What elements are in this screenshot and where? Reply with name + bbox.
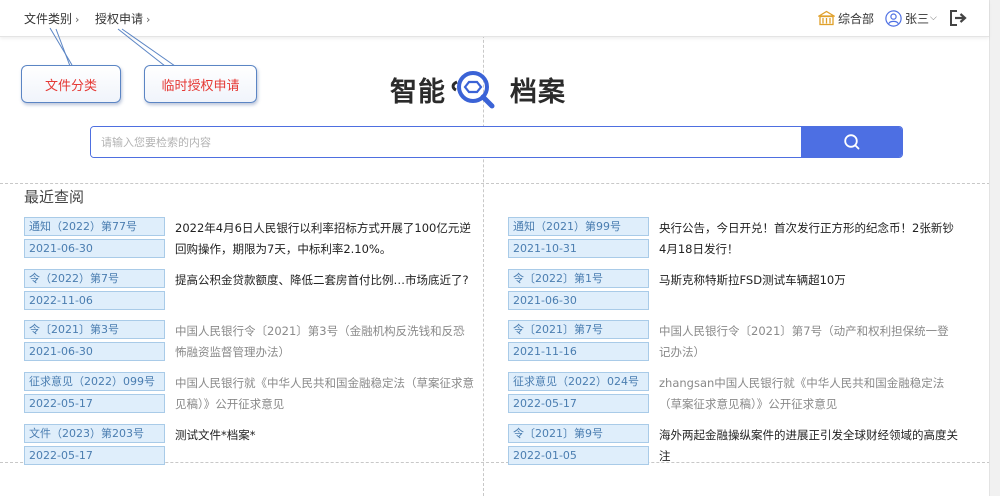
record-title[interactable]: 马斯克称特斯拉FSD测试车辆超10万 [659,270,959,291]
nav-file-category[interactable]: 文件类别 › [24,10,79,27]
callout-temp-auth-request-label: 临时授权申请 [161,78,240,94]
recent-record[interactable]: 通知（2021）第99号 2021-10-31 央行公告，今日开兑！首次发行正方… [508,217,958,261]
building-icon [818,10,835,26]
doc-date-tag: 2022-05-17 [24,394,165,413]
record-title[interactable]: 中国人民银行令〔2021〕第3号（金融机构反洗钱和反恐怖融资监督管理办法） [175,321,475,363]
doc-number-tag: 令〔2021〕第7号 [508,320,649,339]
doc-date-tag: 2022-05-17 [24,446,165,465]
magnifier-logo-icon [451,71,495,109]
doc-number-tag: 征求意见（2022）099号 [24,372,165,391]
record-title[interactable]: 央行公告，今日开兑！首次发行正方形的纪念币！2张新钞4月18日发行！ [659,218,959,260]
nav-auth-request[interactable]: 授权申请 › [95,10,150,27]
chevron-down-icon: ⌵ [930,13,937,23]
logout-button[interactable] [948,8,968,28]
doc-date-tag: 2022-11-06 [24,291,165,310]
search-button[interactable] [801,127,902,157]
recent-record[interactable]: 令（2022）第7号 2022-11-06 提高公积金贷款额度、降低二套房首付比… [24,269,474,313]
doc-number-tag: 通知（2021）第99号 [508,217,649,236]
logout-icon [950,10,967,26]
user-name: 张三 [905,11,930,26]
chevron-right-icon: › [146,13,151,26]
doc-number-tag: 令〔2021〕第3号 [24,320,165,339]
recent-record[interactable]: 令〔2021〕第9号 2022-01-05 海外两起金融操纵案件的进展正引发全球… [508,424,958,468]
record-title[interactable]: 中国人民银行就《中华人民共和国金融稳定法（草案征求意见稿）》公开征求意见 [175,373,475,415]
logo-text-right: 档案 [510,76,566,108]
doc-date-tag: 2021-11-16 [508,342,649,361]
doc-number-tag: 令〔2021〕第9号 [508,424,649,443]
record-title[interactable]: 中国人民银行令〔2021〕第7号（动产和权利担保统一登记办法） [659,321,959,363]
record-title[interactable]: zhangsan中国人民银行就《中华人民共和国金融稳定法（草案征求意见稿）》公开… [659,373,959,415]
record-title[interactable]: 2022年4月6日人民银行以利率招标方式开展了100亿元逆回购操作，期限为7天，… [175,218,475,260]
top-header: 文件类别 › 授权申请 › 综合部 张三 ⌵ [0,0,989,37]
search-input[interactable] [91,127,801,157]
recent-section-title: 最近查阅 [24,188,85,206]
search-bar [90,126,903,158]
recent-record[interactable]: 令〔2021〕第7号 2021-11-16 中国人民银行令〔2021〕第7号（动… [508,320,958,364]
user-menu[interactable]: 张三 ⌵ [885,8,937,28]
record-title[interactable]: 测试文件*档案* [175,425,475,446]
chevron-right-icon: › [75,13,80,26]
doc-date-tag: 2021-06-30 [508,291,649,310]
user-avatar-icon [885,9,902,27]
department-switcher[interactable]: 综合部 [818,8,874,28]
nav-auth-request-label: 授权申请 [95,12,144,26]
callout-file-classification-label: 文件分类 [44,78,97,94]
search-icon [843,134,859,150]
doc-number-tag: 令（2022）第7号 [24,269,165,288]
recent-record[interactable]: 令〔2022〕第1号 2021-06-30 马斯克称特斯拉FSD测试车辆超10万 [508,269,958,313]
doc-date-tag: 2022-01-05 [508,446,649,465]
window-scrollbar-edge [989,0,1000,496]
record-title[interactable]: 海外两起金融操纵案件的进展正引发全球财经领域的高度关注 [659,425,959,467]
nav-file-category-label: 文件类别 [24,12,73,26]
recent-record[interactable]: 令〔2021〕第3号 2021-06-30 中国人民银行令〔2021〕第3号（金… [24,320,474,364]
logo-text-left: 智能 [390,76,446,108]
app-logo: 智能 档案 [390,66,566,112]
doc-number-tag: 文件（2023）第203号 [24,424,165,443]
recent-record[interactable]: 文件（2023）第203号 2022-05-17 测试文件*档案* [24,424,474,468]
doc-date-tag: 2022-05-17 [508,394,649,413]
recent-record[interactable]: 通知（2022）第77号 2021-06-30 2022年4月6日人民银行以利率… [24,217,474,261]
doc-number-tag: 征求意见（2022）024号 [508,372,649,391]
doc-date-tag: 2021-10-31 [508,239,649,258]
doc-number-tag: 通知（2022）第77号 [24,217,165,236]
record-title[interactable]: 提高公积金贷款额度、降低二套房首付比例…市场底近了? [175,270,475,291]
callout-temp-auth-request: 临时授权申请 [144,65,257,103]
recent-record[interactable]: 征求意见（2022）099号 2022-05-17 中国人民银行就《中华人民共和… [24,372,474,416]
doc-date-tag: 2021-06-30 [24,239,165,258]
guide-line-horizontal [0,183,1000,184]
recent-record[interactable]: 征求意见（2022）024号 2022-05-17 zhangsan中国人民银行… [508,372,958,416]
doc-number-tag: 令〔2022〕第1号 [508,269,649,288]
department-label: 综合部 [838,11,875,26]
callout-file-classification: 文件分类 [21,65,121,103]
doc-date-tag: 2021-06-30 [24,342,165,361]
